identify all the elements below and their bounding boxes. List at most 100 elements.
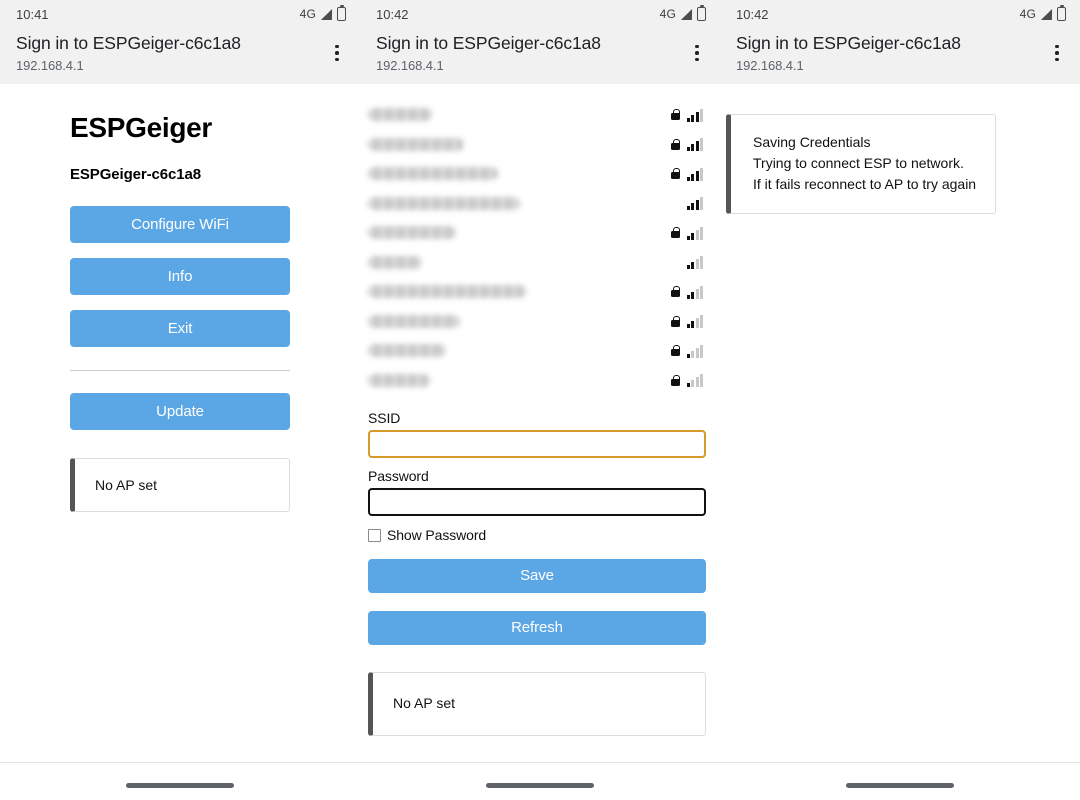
wifi-row-icons [670, 167, 703, 181]
browser-header: Sign in to ESPGeiger-c6c1a8 192.168.4.1 [360, 28, 720, 84]
gesture-pill[interactable] [846, 783, 954, 788]
save-button[interactable]: Save [368, 559, 706, 593]
signal-bar [691, 321, 694, 329]
signal-bar [691, 114, 694, 122]
refresh-button[interactable]: Refresh [368, 611, 706, 645]
show-password-checkbox[interactable] [368, 528, 381, 542]
signal-bar [700, 285, 703, 299]
page-url: 192.168.4.1 [736, 58, 804, 73]
ap-status-text: No AP set [95, 477, 158, 493]
wifi-ssid-label [368, 226, 456, 240]
wifi-network-row[interactable] [368, 130, 720, 160]
wifi-ssid-label [368, 373, 430, 387]
kebab-dot [695, 57, 699, 62]
wifi-credentials-form: SSID Password Show Password Save Refresh… [360, 395, 720, 736]
signal-bar [695, 318, 699, 329]
wifi-network-row[interactable] [368, 366, 720, 396]
signal-bar [700, 108, 703, 122]
browser-header-text: Sign in to ESPGeiger-c6c1a8 192.168.4.1 [736, 31, 1042, 75]
status-time: 10:42 [376, 6, 409, 22]
signal-bar [686, 383, 690, 388]
kebab-dot [695, 44, 699, 49]
overflow-menu-icon[interactable] [1042, 33, 1072, 73]
app-title: ESPGeiger [70, 112, 213, 143]
signal-bar [686, 206, 690, 211]
device-name: ESPGeiger-c6c1a8 [70, 166, 201, 183]
signal-strength-icon [686, 138, 703, 152]
signal-strength-icon [686, 374, 703, 388]
nav-cell [360, 763, 720, 800]
lock-icon [670, 109, 680, 121]
overflow-menu-icon[interactable] [322, 33, 352, 73]
wifi-network-row[interactable] [368, 307, 720, 337]
wifi-network-row[interactable] [368, 159, 720, 189]
wifi-row-icons [670, 108, 703, 122]
page-url: 192.168.4.1 [376, 58, 444, 73]
ssid-input[interactable] [368, 430, 706, 458]
network-type-label: 4G [1019, 7, 1036, 21]
signal-bar [700, 256, 703, 270]
panel-wifi-config: 10:42 4G Sign in to ESPGeiger-c6c1a8 192… [360, 0, 720, 800]
kebab-dot [1055, 51, 1059, 55]
panel-saving: 10:42 4G Sign in to ESPGeiger-c6c1a8 192… [720, 0, 1080, 800]
show-password-row[interactable]: Show Password [368, 527, 705, 543]
signal-bar [691, 203, 694, 211]
signal-bar [695, 377, 699, 388]
wifi-network-row[interactable] [368, 248, 720, 278]
kebab-dot [695, 51, 699, 55]
wifi-network-row[interactable] [368, 189, 720, 219]
ap-status-box: No AP set [70, 458, 290, 512]
wifi-network-row[interactable] [368, 100, 720, 130]
lock-icon [670, 315, 680, 327]
wifi-row-icons [670, 285, 703, 299]
gesture-pill[interactable] [126, 783, 234, 788]
signal-bar [700, 197, 703, 211]
status-bar: 10:41 4G [0, 0, 360, 28]
cellular-signal-icon [320, 8, 333, 20]
signal-bar [686, 324, 690, 329]
signal-bar [691, 291, 694, 299]
ssid-label: SSID [368, 410, 401, 426]
status-icons: 4G [660, 5, 706, 21]
signal-bar [700, 226, 703, 240]
battery-icon [1057, 5, 1066, 21]
browser-header: Sign in to ESPGeiger-c6c1a8 192.168.4.1 [0, 28, 360, 84]
browser-header: Sign in to ESPGeiger-c6c1a8 192.168.4.1 [720, 28, 1080, 84]
page-title: Sign in to ESPGeiger-c6c1a8 [376, 33, 601, 53]
signal-bar [700, 315, 703, 329]
signal-bar [700, 167, 703, 181]
update-button[interactable]: Update [70, 393, 290, 430]
signal-strength-icon [686, 344, 703, 358]
page-url: 192.168.4.1 [16, 58, 84, 73]
signal-bar [691, 232, 694, 240]
password-input[interactable] [368, 488, 706, 516]
signal-bar [691, 350, 694, 358]
wifi-network-row[interactable] [368, 218, 720, 248]
wifi-row-icons [670, 137, 703, 152]
password-label: Password [368, 468, 429, 484]
wifi-row-icons [671, 196, 703, 211]
lock-icon [670, 227, 680, 239]
panel-home: 10:41 4G Sign in to ESPGeiger-c6c1a8 192… [0, 0, 360, 800]
signal-bar [695, 170, 699, 181]
info-button[interactable]: Info [70, 258, 290, 295]
wifi-ssid-label [368, 285, 526, 299]
wifi-ssid-label [368, 314, 460, 328]
saving-body: Saving Credentials Trying to connect ESP… [720, 84, 1080, 214]
browser-header-text: Sign in to ESPGeiger-c6c1a8 192.168.4.1 [16, 31, 322, 75]
signal-strength-icon [686, 108, 703, 122]
overflow-menu-icon[interactable] [682, 33, 712, 73]
signal-bar [691, 380, 694, 388]
wifi-network-row[interactable] [368, 277, 720, 307]
signal-bar [695, 288, 699, 299]
signal-bar [695, 259, 699, 270]
saving-credentials-box: Saving Credentials Trying to connect ESP… [726, 114, 996, 214]
gesture-pill[interactable] [486, 783, 594, 788]
signal-strength-icon [686, 226, 703, 240]
kebab-dot [1055, 57, 1059, 62]
lock-icon [670, 374, 680, 386]
exit-button[interactable]: Exit [70, 310, 290, 347]
status-bar: 10:42 4G [720, 0, 1080, 28]
configure-wifi-button[interactable]: Configure WiFi [70, 206, 290, 243]
wifi-network-row[interactable] [368, 336, 720, 366]
